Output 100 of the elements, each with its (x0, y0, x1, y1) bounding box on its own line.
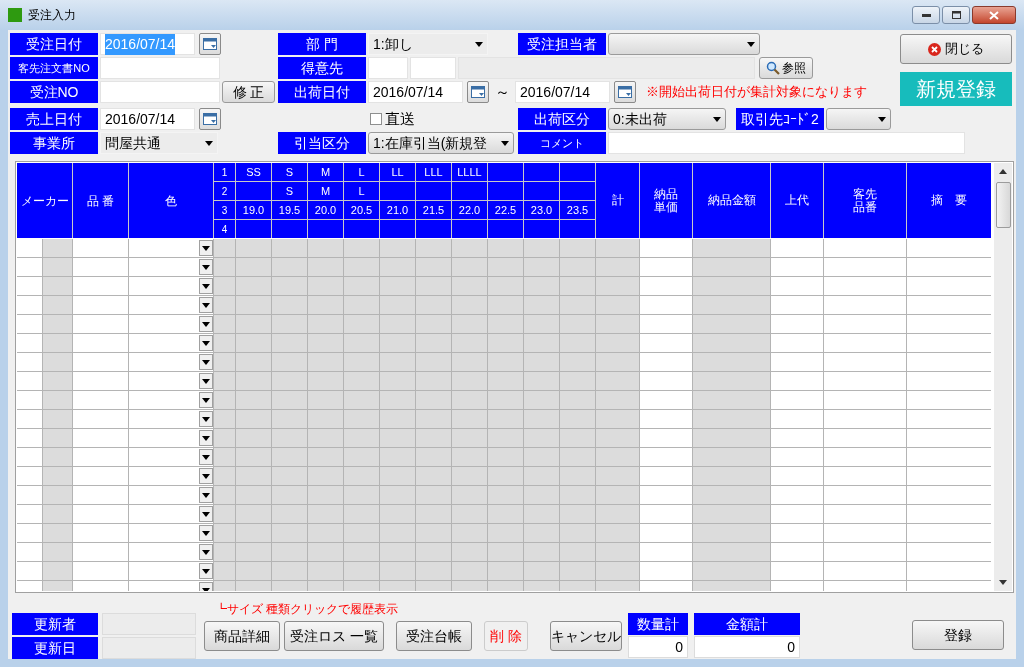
table-cell[interactable] (824, 391, 906, 409)
table-cell[interactable] (416, 372, 451, 390)
table-cell[interactable] (771, 277, 823, 295)
table-cell[interactable] (17, 429, 42, 447)
table-cell[interactable] (640, 334, 692, 352)
table-cell[interactable] (640, 562, 692, 580)
table-cell[interactable] (129, 372, 213, 390)
table-cell[interactable] (596, 315, 639, 333)
dropdown[interactable]: 1:卸し (368, 33, 488, 55)
dropdown[interactable] (826, 108, 891, 130)
table-cell[interactable] (824, 258, 906, 276)
table-cell[interactable] (73, 296, 128, 314)
table-cell[interactable] (43, 391, 72, 409)
table-cell[interactable] (344, 448, 379, 466)
table-cell[interactable] (43, 543, 72, 561)
table-cell[interactable] (452, 391, 487, 409)
table-cell[interactable] (488, 372, 523, 390)
table-cell[interactable] (640, 448, 692, 466)
table-cell[interactable] (344, 353, 379, 371)
table-cell[interactable] (214, 562, 235, 580)
dropdown[interactable]: 問屋共通 (100, 132, 218, 154)
size-header[interactable]: 23.0 (524, 201, 559, 219)
table-cell[interactable] (560, 315, 595, 333)
table-cell[interactable] (452, 448, 487, 466)
table-cell[interactable] (380, 486, 415, 504)
calendar-button[interactable] (614, 81, 636, 103)
table-cell[interactable] (640, 258, 692, 276)
table-cell[interactable] (640, 315, 692, 333)
table-cell[interactable] (129, 543, 213, 561)
table-cell[interactable] (452, 524, 487, 542)
table-cell[interactable] (524, 391, 559, 409)
table-cell[interactable] (596, 467, 639, 485)
table-cell[interactable] (452, 315, 487, 333)
table-cell[interactable] (452, 334, 487, 352)
table-cell[interactable] (416, 467, 451, 485)
table-cell[interactable] (640, 543, 692, 561)
table-cell[interactable] (272, 315, 307, 333)
table-cell[interactable] (524, 543, 559, 561)
table-cell[interactable] (380, 543, 415, 561)
table-cell[interactable] (560, 239, 595, 257)
size-header[interactable] (236, 220, 271, 238)
table-cell[interactable] (272, 543, 307, 561)
table-cell[interactable] (693, 258, 770, 276)
table-cell[interactable] (693, 505, 770, 523)
size-header[interactable]: 19.0 (236, 201, 271, 219)
table-cell[interactable] (824, 486, 906, 504)
table-cell[interactable] (416, 562, 451, 580)
table-cell[interactable] (73, 353, 128, 371)
table-cell[interactable] (488, 524, 523, 542)
size-header[interactable] (452, 182, 487, 200)
table-cell[interactable] (693, 315, 770, 333)
table-cell[interactable] (907, 239, 991, 257)
table-cell[interactable] (214, 239, 235, 257)
table-cell[interactable] (344, 258, 379, 276)
table-cell[interactable] (214, 429, 235, 447)
table-cell[interactable] (524, 277, 559, 295)
table-cell[interactable] (452, 353, 487, 371)
fix-button[interactable]: 修 正 (222, 81, 275, 103)
table-cell[interactable] (272, 296, 307, 314)
table-cell[interactable] (640, 391, 692, 409)
table-cell[interactable] (560, 334, 595, 352)
dropdown-button[interactable] (199, 392, 213, 408)
table-cell[interactable] (488, 448, 523, 466)
table-cell[interactable] (308, 429, 343, 447)
table-cell[interactable] (452, 372, 487, 390)
table-cell[interactable] (308, 391, 343, 409)
table-cell[interactable] (308, 258, 343, 276)
table-cell[interactable] (129, 277, 213, 295)
table-cell[interactable] (488, 296, 523, 314)
dropdown-button[interactable] (199, 240, 213, 256)
size-header[interactable] (488, 163, 523, 181)
table-cell[interactable] (214, 410, 235, 428)
table-cell[interactable] (129, 258, 213, 276)
table-cell[interactable] (43, 524, 72, 542)
size-header[interactable]: 21.5 (416, 201, 451, 219)
checkbox[interactable] (370, 113, 382, 125)
table-cell[interactable] (771, 429, 823, 447)
table-cell[interactable] (907, 296, 991, 314)
table-cell[interactable] (640, 467, 692, 485)
table-cell[interactable] (272, 524, 307, 542)
table-cell[interactable] (524, 334, 559, 352)
size-header[interactable]: S (272, 163, 307, 181)
table-cell[interactable] (17, 315, 42, 333)
table-cell[interactable] (771, 562, 823, 580)
table-cell[interactable] (693, 429, 770, 447)
dropdown[interactable] (608, 33, 760, 55)
table-cell[interactable] (771, 239, 823, 257)
table-cell[interactable] (771, 410, 823, 428)
table-cell[interactable] (771, 524, 823, 542)
table-cell[interactable] (272, 429, 307, 447)
table-cell[interactable] (640, 486, 692, 504)
table-cell[interactable] (771, 353, 823, 371)
table-cell[interactable] (308, 372, 343, 390)
table-cell[interactable] (524, 562, 559, 580)
table-cell[interactable] (907, 467, 991, 485)
table-cell[interactable] (17, 277, 42, 295)
table-cell[interactable] (524, 315, 559, 333)
table-cell[interactable] (344, 524, 379, 542)
calendar-button[interactable] (199, 108, 221, 130)
size-header[interactable] (560, 220, 595, 238)
